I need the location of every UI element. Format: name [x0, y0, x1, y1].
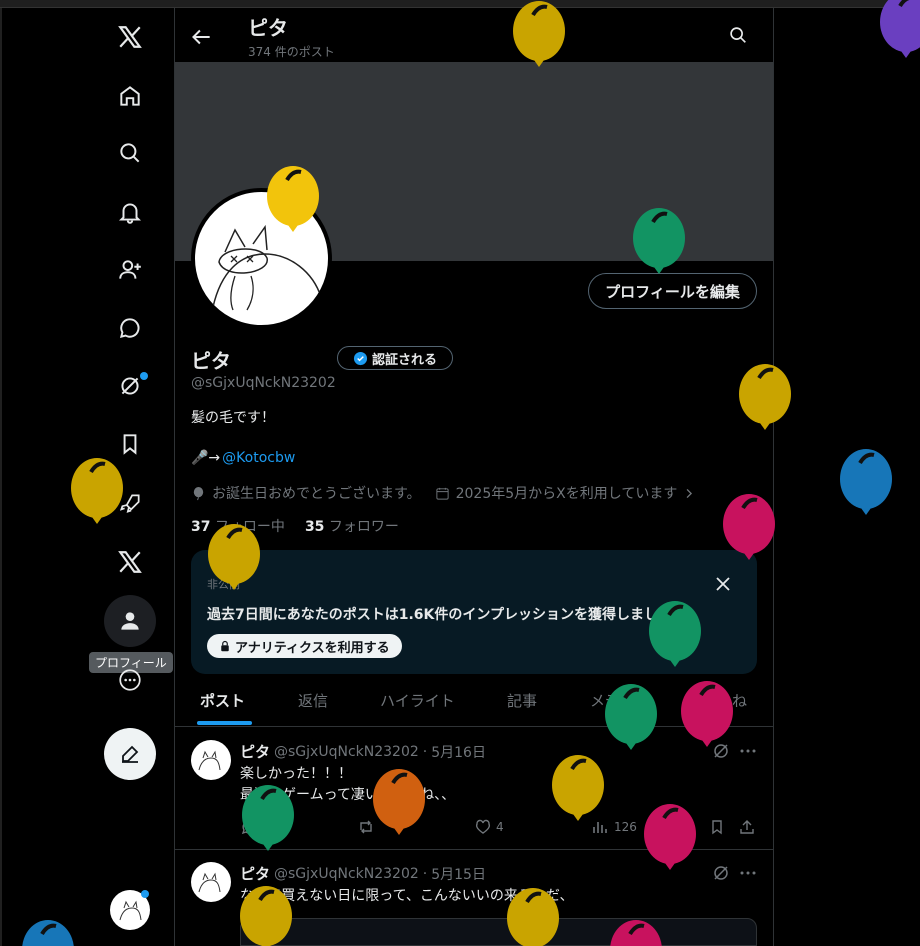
balloon-orange	[371, 767, 427, 837]
balloon-purple	[878, 0, 920, 60]
balloon-gold	[206, 522, 262, 592]
balloon-pink	[679, 679, 735, 749]
balloon-pink	[721, 492, 777, 562]
balloon-yellow	[265, 164, 321, 234]
balloon-blue	[20, 918, 76, 946]
balloon-blue	[838, 447, 894, 517]
balloon-green	[240, 783, 296, 853]
balloon-green	[631, 206, 687, 276]
balloon-gold	[238, 884, 294, 946]
balloon-gold	[550, 753, 606, 823]
balloon-green	[647, 599, 703, 669]
balloon-gold	[505, 886, 561, 946]
balloon-pink	[642, 802, 698, 872]
balloon-pink	[608, 918, 664, 946]
balloon-overlay	[20, 0, 920, 946]
balloon-gold	[737, 362, 793, 432]
balloon-green	[603, 682, 659, 752]
balloon-gold	[69, 456, 125, 526]
balloon-gold	[511, 0, 567, 69]
